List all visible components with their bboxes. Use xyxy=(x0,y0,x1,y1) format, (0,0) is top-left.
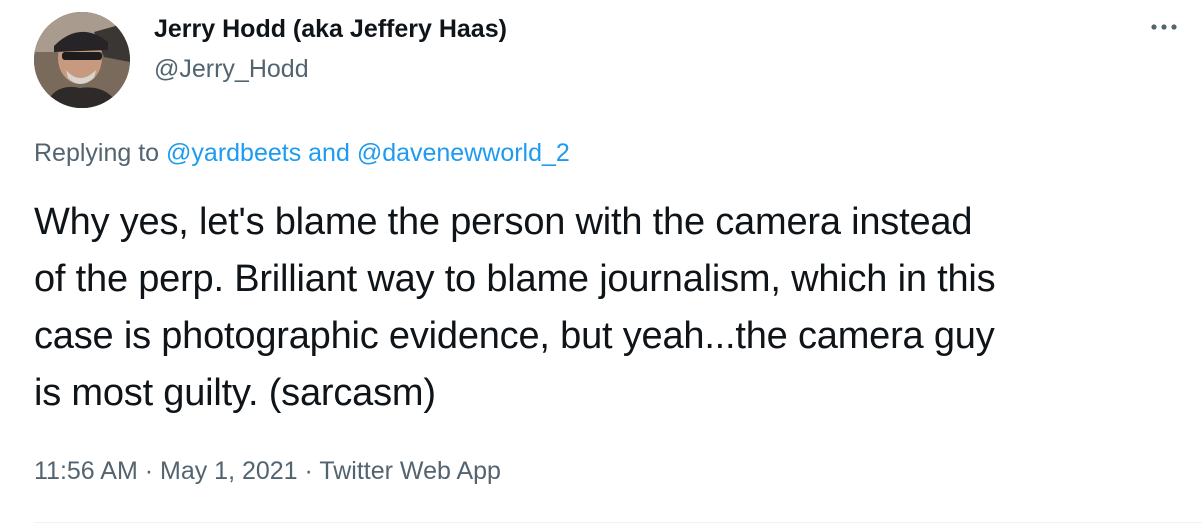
tweet-timestamp-date[interactable]: May 1, 2021 xyxy=(160,457,298,485)
tweet-text-line: Why yes, let's blame the person with the… xyxy=(34,201,973,243)
divider xyxy=(34,522,1202,523)
profile-photo-avatar xyxy=(34,12,130,108)
tweet-text-line: case is photographic evidence, but yeah.… xyxy=(34,315,995,357)
tweet-metadata: 11:56 AM · May 1, 2021 · Twitter Web App xyxy=(34,454,501,488)
more-horizontal-icon xyxy=(1151,24,1177,30)
author-handle[interactable]: @Jerry_Hodd xyxy=(154,52,507,86)
tweet-card: Jerry Hodd (aka Jeffery Haas) @Jerry_Hod… xyxy=(0,0,1202,530)
tweet-text-line: is most guilty. (sarcasm) xyxy=(34,372,436,414)
author-avatar[interactable] xyxy=(34,12,130,108)
tweet-header: Jerry Hodd (aka Jeffery Haas) @Jerry_Hod… xyxy=(34,12,1184,108)
author-names: Jerry Hodd (aka Jeffery Haas) @Jerry_Hod… xyxy=(154,12,507,86)
mention-yardbeets[interactable]: @yardbeets xyxy=(166,139,301,167)
author-display-name[interactable]: Jerry Hodd (aka Jeffery Haas) xyxy=(154,12,507,46)
tweet-timestamp-time[interactable]: 11:56 AM xyxy=(34,457,138,485)
more-options-button[interactable] xyxy=(1144,12,1184,42)
mention-davenewworld[interactable]: @davenewworld_2 xyxy=(357,139,570,167)
meta-separator: · xyxy=(297,457,320,485)
tweet-text-line: of the perp. Brilliant way to blame jour… xyxy=(34,258,996,300)
meta-separator: · xyxy=(137,457,160,485)
replying-to-line: Replying to @yardbeets and @davenewworld… xyxy=(34,136,570,170)
replying-to-prefix: Replying to xyxy=(34,139,167,167)
tweet-text: Why yes, let's blame the person with the… xyxy=(34,194,1174,422)
replying-to-conjunction: and xyxy=(301,139,357,167)
tweet-source-app[interactable]: Twitter Web App xyxy=(319,457,501,485)
